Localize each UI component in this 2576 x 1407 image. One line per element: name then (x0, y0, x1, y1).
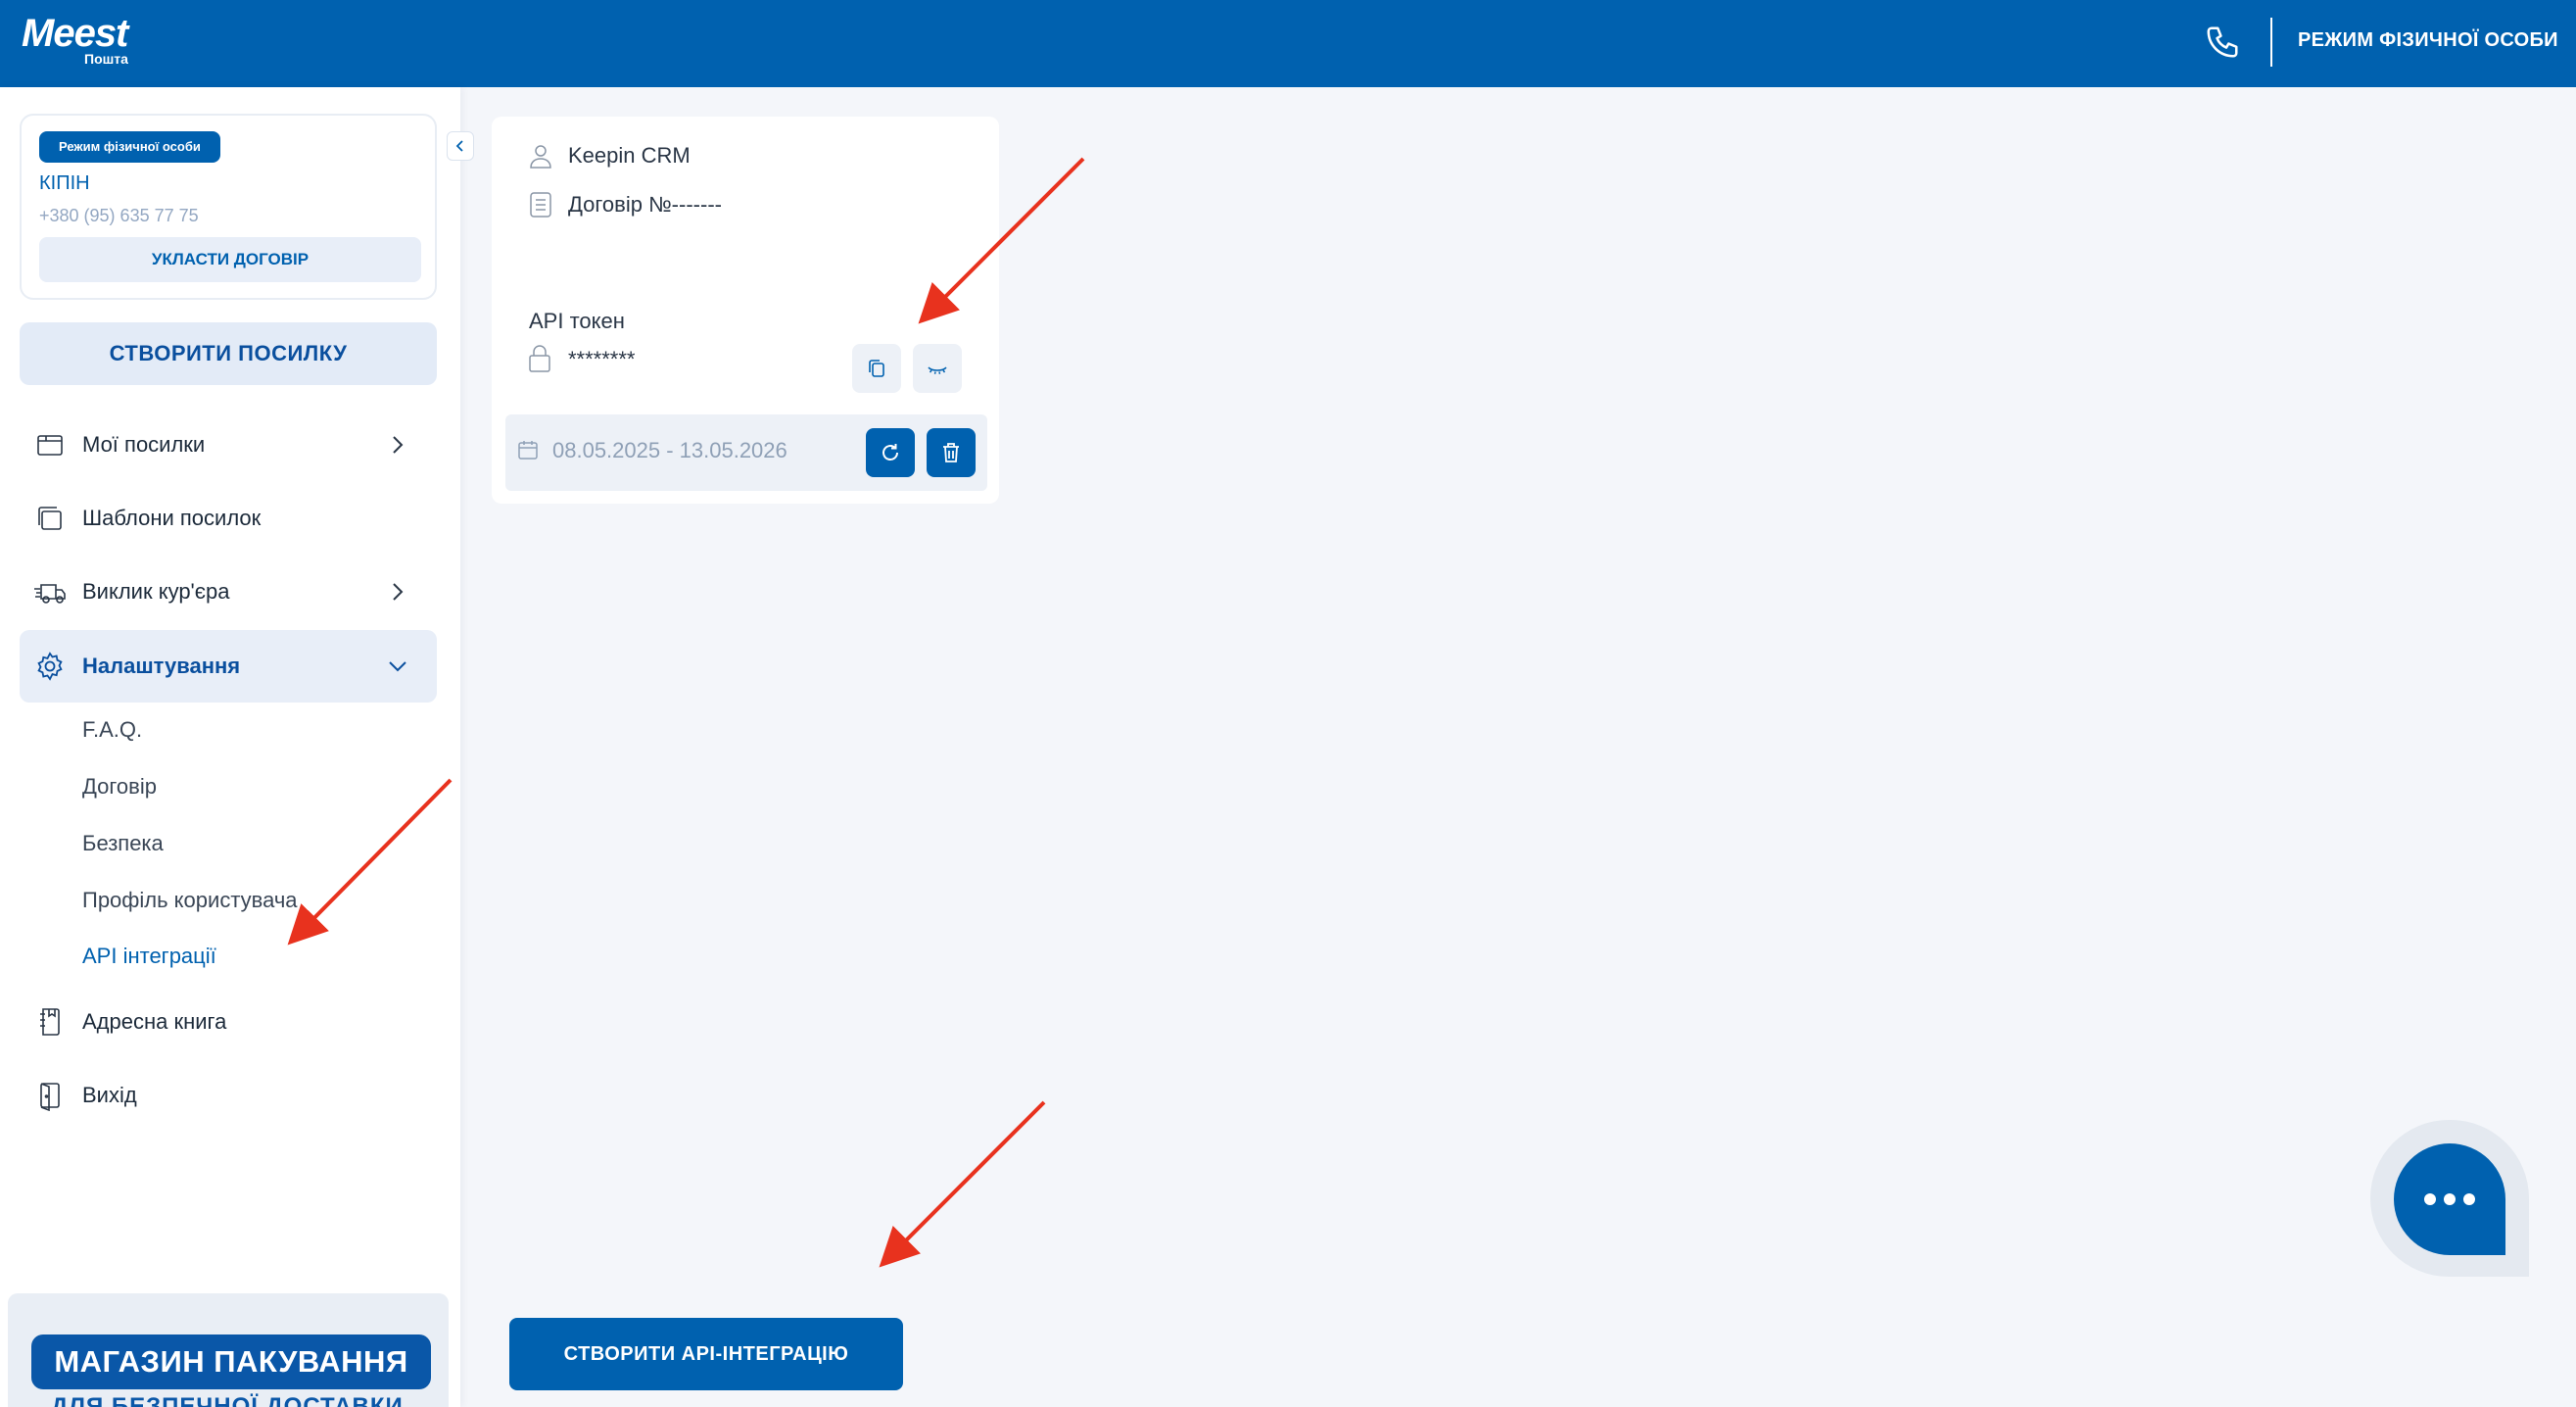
integration-contract-row: Договір №------- (527, 191, 722, 218)
sidebar-item-settings[interactable]: Налаштування (20, 630, 437, 703)
chevron-right-icon (393, 583, 404, 601)
chevron-down-icon (389, 661, 406, 672)
parcel-icon (33, 428, 67, 461)
address-book-icon (33, 1005, 67, 1039)
sidebar-item-label: Виклик кур'єра (82, 579, 230, 604)
delete-integration-button[interactable] (927, 428, 976, 477)
calendar-icon (517, 439, 541, 462)
create-parcel-button[interactable]: СТВОРИТИ ПОСИЛКУ (20, 322, 437, 385)
templates-icon (33, 502, 67, 535)
individual-mode-link[interactable]: РЕЖИМ ФІЗИЧНОЇ ОСОБИ (2298, 29, 2558, 52)
integration-name-row: Keepin CRM (527, 142, 691, 170)
meest-logo[interactable]: Meest Пошта (22, 12, 128, 67)
settings-sub-security[interactable]: Безпека (82, 831, 164, 856)
copy-icon (869, 360, 884, 377)
promo-title: МАГАЗИН ПАКУВАННЯ (31, 1334, 431, 1389)
integration-contract: Договір №------- (568, 192, 722, 217)
sidebar-item-my-parcels[interactable]: Мої посилки (20, 409, 437, 481)
trash-icon (943, 443, 959, 462)
document-icon (527, 191, 554, 218)
settings-sub-api-integrations[interactable]: API інтеграції (82, 944, 216, 969)
mode-badge: Режим фізичної особи (39, 131, 220, 163)
promo-subtitle: ДЛЯ БЕЗПЕЧНОЇ ДОСТАВКИ (51, 1393, 404, 1407)
gear-icon (33, 650, 67, 683)
create-api-integration-button[interactable]: СТВОРИТИ API-ІНТЕГРАЦІЮ (509, 1318, 903, 1390)
chat-button[interactable] (2394, 1143, 2505, 1255)
eye-closed-icon (928, 366, 947, 374)
sidebar-item-templates[interactable]: Шаблони посилок (20, 482, 437, 555)
chat-dot-icon (2444, 1193, 2456, 1205)
api-integration-card: Keepin CRM Договір №------- API токен **… (492, 117, 999, 504)
profile-card: Режим фізичної особи КІПІН +380 (95) 635… (20, 114, 437, 300)
copy-token-button[interactable] (852, 344, 901, 393)
packaging-shop-banner[interactable]: МАГАЗИН ПАКУВАННЯ ДЛЯ БЕЗПЕЧНОЇ ДОСТАВКИ (8, 1293, 449, 1407)
logo-subtext: Пошта (84, 51, 128, 67)
sidebar-item-label: Вихід (82, 1083, 137, 1107)
show-token-button[interactable] (913, 344, 962, 393)
chat-dot-icon (2424, 1193, 2436, 1205)
settings-sub-contract[interactable]: Договір (82, 774, 157, 800)
settings-sub-faq[interactable]: F.A.Q. (82, 717, 142, 743)
validity-dates: 08.05.2025 - 13.05.2026 (517, 438, 787, 463)
refresh-token-button[interactable] (866, 428, 915, 477)
phone-icon[interactable] (2204, 24, 2241, 61)
settings-sub-user-profile[interactable]: Профіль користувача (82, 888, 298, 913)
sidebar-item-address-book[interactable]: Адресна книга (20, 986, 437, 1058)
sidebar-item-exit[interactable]: Вихід (20, 1059, 437, 1132)
sidebar-item-label: Налаштування (82, 654, 241, 678)
sidebar-item-courier[interactable]: Виклик кур'єра (20, 556, 437, 628)
chevron-left-icon (455, 140, 463, 152)
top-divider (2270, 18, 2272, 67)
exit-icon (33, 1079, 67, 1112)
sidebar-item-label: Шаблони посилок (82, 506, 262, 530)
chat-dot-icon (2463, 1193, 2475, 1205)
profile-phone: +380 (95) 635 77 75 (39, 206, 199, 225)
sign-contract-button[interactable]: УКЛАСТИ ДОГОВІР (39, 237, 421, 282)
user-icon (527, 142, 554, 170)
refresh-icon (883, 444, 898, 461)
top-bar: Meest Пошта РЕЖИМ ФІЗИЧНОЇ ОСОБИ (0, 0, 2576, 87)
integration-name: Keepin CRM (568, 143, 691, 168)
sidebar-item-label: Адресна книга (82, 1009, 227, 1034)
logo-text: Meest (22, 12, 128, 55)
api-token-label: API токен (529, 309, 625, 333)
profile-name: КІПІН (39, 172, 90, 194)
api-token-row: ******** (527, 344, 636, 375)
date-range: 08.05.2025 - 13.05.2026 (552, 438, 787, 462)
sidebar-item-label: Мої посилки (82, 432, 206, 457)
chevron-right-icon (393, 436, 404, 454)
lock-icon (527, 344, 554, 375)
courier-truck-icon (33, 575, 67, 608)
validity-bar: 08.05.2025 - 13.05.2026 (505, 414, 987, 491)
api-token-value: ******** (568, 347, 636, 371)
collapse-sidebar-button[interactable] (447, 131, 474, 161)
arrow-to-create-api-button (879, 1100, 1046, 1268)
